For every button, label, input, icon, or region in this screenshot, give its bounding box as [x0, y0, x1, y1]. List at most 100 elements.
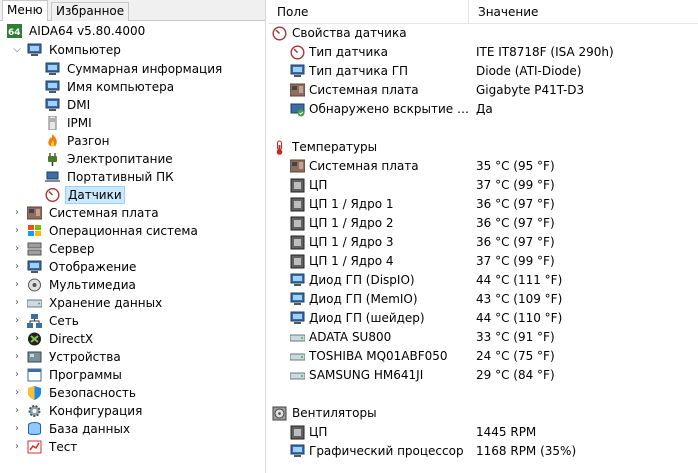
tree-item-label: IPMI [67, 116, 92, 130]
field-value: 1168 RPM (35%) [476, 444, 577, 458]
tree-item-label: Суммарная информация [67, 62, 223, 76]
group-title: Вентиляторы [292, 406, 377, 420]
field-label: ЦП 1 / Ядро 3 [309, 235, 394, 249]
tree-item-label: Компьютер [49, 43, 121, 57]
row-temp-core3[interactable]: ЦП 1 / Ядро 3 36 °C (97 °F) [268, 233, 698, 252]
column-value[interactable]: Значение [469, 0, 698, 24]
row-temp-core4[interactable]: ЦП 1 / Ядро 4 37 °C (99 °F) [268, 252, 698, 271]
row-fan-cpu[interactable]: ЦП 1445 RPM [268, 423, 698, 442]
programs-icon [27, 368, 42, 382]
column-header: Поле Значение [268, 0, 698, 24]
row-temp-gpu-memio[interactable]: Диод ГП (MemIO) 43 °C (109 °F) [268, 290, 698, 309]
tree-item-label: Мультимедиа [49, 278, 136, 292]
row-temp-gpu-shader[interactable]: Диод ГП (шейдер) 44 °C (110 °F) [268, 309, 698, 328]
svg-text:64: 64 [8, 28, 21, 38]
expand-chevron-icon[interactable]: › [11, 348, 23, 366]
field-label: ЦП [309, 425, 328, 439]
power-plug-icon [45, 152, 60, 166]
row-chassis-intrusion[interactable]: Обнаружено вскрытие корпуса Да [268, 100, 698, 119]
field-label: Тип датчика ГП [309, 64, 409, 78]
row-sensor-type[interactable]: Тип датчика ITE IT8718F (ISA 290h) [268, 43, 698, 62]
expand-chevron-icon[interactable]: › [11, 402, 23, 420]
field-label: Диод ГП (MemIO) [309, 292, 418, 306]
field-value: Gigabyte P41T-D3 [476, 83, 585, 97]
expand-chevron-icon[interactable]: › [11, 276, 23, 294]
field-value: 29 °C (84 °F) [476, 368, 555, 382]
expand-chevron-icon[interactable]: › [11, 330, 23, 348]
computer-icon [27, 43, 42, 57]
benchmark-icon [27, 440, 42, 454]
tree-item-label: DirectX [49, 332, 94, 346]
row-fan-gpu[interactable]: Графический процессор 1168 RPM (35%) [268, 442, 698, 461]
tree-item-label: Системная плата [49, 206, 159, 220]
motherboard-icon [290, 83, 305, 98]
expand-chevron-icon[interactable]: › [11, 258, 23, 276]
server-icon [27, 242, 42, 256]
field-value: Diode (ATI-Diode) [476, 64, 582, 78]
expand-chevron-icon[interactable]: › [11, 222, 23, 240]
chassis-icon [290, 102, 305, 117]
field-value: 44 °C (110 °F) [476, 311, 563, 325]
tree-item-label: Датчики [65, 186, 125, 204]
thermometer-icon [272, 140, 287, 155]
expand-chevron-icon[interactable]: › [11, 312, 23, 330]
tree-item-label: Конфигурация [49, 404, 143, 418]
tree-item-label: Программы [49, 368, 122, 382]
fan-icon [272, 406, 287, 421]
expand-chevron-icon[interactable]: › [11, 384, 23, 402]
windows-icon [27, 224, 42, 238]
expand-chevron-icon[interactable]: › [11, 366, 23, 384]
group-sensor-properties[interactable]: Свойства датчика [268, 24, 698, 43]
row-temp-core2[interactable]: ЦП 1 / Ядро 2 36 °C (97 °F) [268, 214, 698, 233]
row-motherboard[interactable]: Системная плата Gigabyte P41T-D3 [268, 81, 698, 100]
row-temp-cpu[interactable]: ЦП 37 °C (99 °F) [268, 176, 698, 195]
sensor-icon [272, 26, 287, 41]
cpu-icon [290, 178, 305, 193]
row-gpu-sensor-type[interactable]: Тип датчика ГП Diode (ATI-Diode) [268, 62, 698, 81]
field-label: Диод ГП (DispIO) [309, 273, 415, 287]
group-temperatures[interactable]: Температуры [268, 138, 698, 157]
row-temp-core1[interactable]: ЦП 1 / Ядро 1 36 °C (97 °F) [268, 195, 698, 214]
field-value: 36 °C (97 °F) [476, 216, 555, 230]
network-icon [27, 314, 42, 328]
row-temp-disk-adata[interactable]: ADATA SU800 33 °C (91 °F) [268, 328, 698, 347]
row-temp-disk-samsung[interactable]: SAMSUNG HM641JI 29 °C (84 °F) [268, 366, 698, 385]
field-value: 1445 RPM [476, 425, 537, 439]
monitor-icon [290, 273, 305, 288]
shield-icon [27, 386, 42, 400]
field-value: 33 °C (91 °F) [476, 330, 555, 344]
row-temp-disk-toshiba[interactable]: TOSHIBA MQ01ABF050 24 °C (75 °F) [268, 347, 698, 366]
group-fans[interactable]: Вентиляторы [268, 404, 698, 423]
expand-chevron-icon[interactable]: › [11, 240, 23, 258]
field-label: TOSHIBA MQ01ABF050 [309, 349, 448, 363]
tree-item-label: Сеть [49, 314, 79, 328]
flame-icon [45, 134, 60, 148]
field-value: 44 °C (111 °F) [476, 273, 563, 287]
cpu-icon [290, 254, 305, 269]
tree-item-label: Отображение [49, 260, 137, 274]
expand-chevron-icon[interactable]: › [11, 294, 23, 312]
tab-menu[interactable]: Меню [2, 0, 48, 21]
cpu-icon [290, 197, 305, 212]
expand-chevron-icon[interactable]: › [11, 420, 23, 438]
field-label: ЦП 1 / Ядро 2 [309, 216, 394, 230]
field-label: ЦП [309, 178, 328, 192]
field-value: 37 °C (99 °F) [476, 254, 555, 268]
cpu-icon [290, 235, 305, 250]
tree-item-label: Имя компьютера [67, 80, 175, 94]
collapse-chevron-icon[interactable]: ⌵ [11, 41, 23, 59]
column-field[interactable]: Поле [268, 0, 469, 24]
field-value: 36 °C (97 °F) [476, 197, 555, 211]
expand-chevron-icon[interactable]: › [11, 438, 23, 456]
aida64-logo-icon: 64 [7, 24, 22, 38]
laptop-icon [45, 170, 60, 184]
field-label: ЦП 1 / Ядро 1 [309, 197, 394, 211]
field-label: Обнаружено вскрытие корпуса [309, 102, 469, 116]
tab-favorites[interactable]: Избранное [51, 2, 130, 21]
tab-bar: Меню Избранное [0, 0, 265, 21]
expand-chevron-icon[interactable]: › [11, 204, 23, 222]
row-temp-gpu-dispio[interactable]: Диод ГП (DispIO) 44 °C (111 °F) [268, 271, 698, 290]
row-temp-motherboard[interactable]: Системная плата 35 °C (95 °F) [268, 157, 698, 176]
motherboard-icon [27, 206, 42, 220]
disk-icon [290, 349, 305, 364]
